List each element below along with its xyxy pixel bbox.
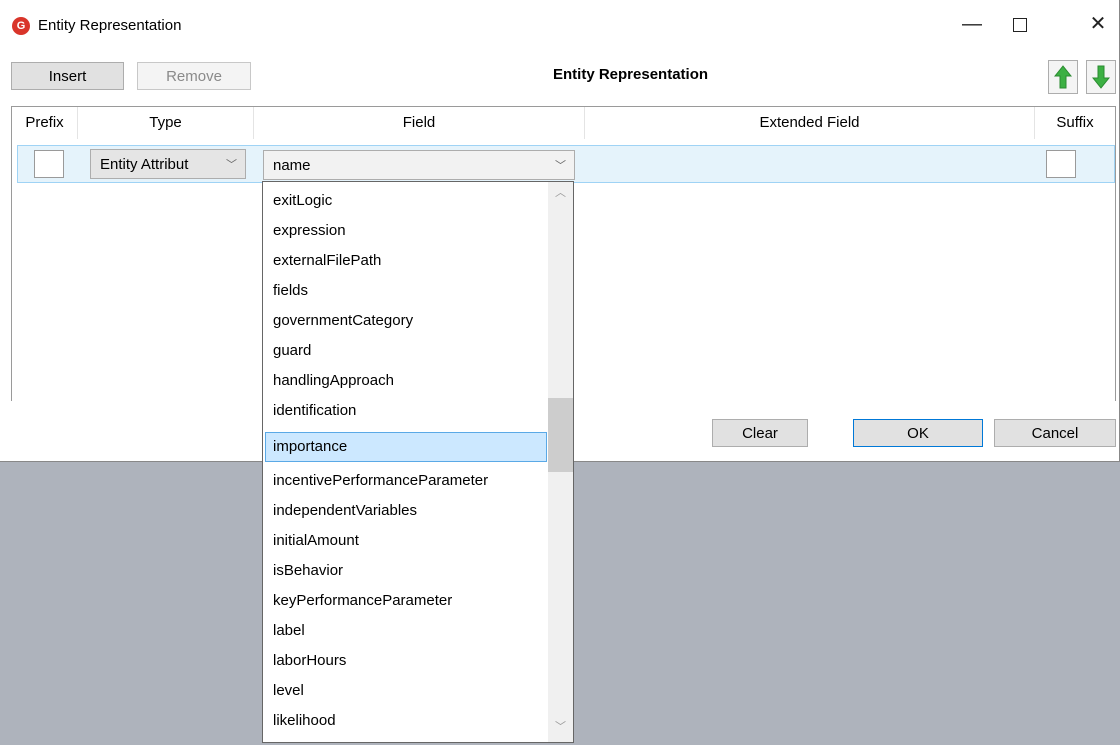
chevron-down-icon: ﹀ [555,160,566,172]
list-item[interactable]: fields [265,276,547,306]
move-up-icon [1054,65,1072,89]
type-combobox-value: Entity Attribut [100,155,189,173]
maximize-button[interactable] [1008,14,1032,36]
list-item[interactable]: initialAmount [265,526,547,556]
field-combobox[interactable]: name ﹀ [263,150,575,180]
list-item[interactable]: independentVariables [265,496,547,526]
type-combobox[interactable]: Entity Attribut ﹀ [90,149,246,179]
field-dropdown-list[interactable]: exitLogic expression externalFilePath fi… [262,181,574,743]
insert-button[interactable]: Insert [11,62,124,90]
move-down-button[interactable] [1086,60,1116,94]
minimize-button[interactable]: — [960,14,984,34]
table-row[interactable]: Entity Attribut ﹀ name ﹀ [17,145,1115,183]
scroll-down-icon[interactable]: ﹀ [548,718,573,738]
window-title: Entity Representation [38,17,182,34]
list-item[interactable]: exitLogic [265,186,547,216]
list-item[interactable]: expression [265,216,547,246]
column-header-extended-field[interactable]: Extended Field [585,107,1035,139]
list-item[interactable]: externalFilePath [265,246,547,276]
scroll-thumb[interactable] [548,398,573,472]
move-up-button[interactable] [1048,60,1078,94]
field-combobox-value: name [273,156,311,174]
remove-button[interactable]: Remove [137,62,251,90]
list-item[interactable]: label [265,616,547,646]
list-item[interactable]: level [265,676,547,706]
scroll-up-icon[interactable]: ︿ [548,184,573,204]
title-bar: G Entity Representation — ✕ [0,0,1120,56]
column-header-field[interactable]: Field [254,107,585,139]
app-logo-icon: G [12,17,30,35]
dialog-heading: Entity Representation [553,66,709,83]
column-header-type[interactable]: Type [78,107,254,139]
list-item[interactable]: keyPerformanceParameter [265,586,547,616]
column-header-suffix[interactable]: Suffix [1035,107,1115,139]
list-item[interactable]: incentivePerformanceParameter [265,466,547,496]
chevron-down-icon: ﹀ [226,159,237,171]
list-item[interactable]: likelihood [265,706,547,736]
list-item-selected[interactable]: importance [265,432,547,462]
dropdown-scrollbar[interactable]: ︿ ﹀ [548,182,573,742]
close-button[interactable]: ✕ [1086,14,1110,34]
list-item[interactable]: isBehavior [265,556,547,586]
clear-button[interactable]: Clear [712,419,808,447]
maximize-icon [1013,18,1027,32]
list-item[interactable]: handlingApproach [265,366,547,396]
ok-button[interactable]: OK [853,419,983,447]
move-down-icon [1092,65,1110,89]
list-item[interactable]: guard [265,336,547,366]
list-item[interactable]: laborHours [265,646,547,676]
list-item[interactable]: governmentCategory [265,306,547,336]
column-header-prefix[interactable]: Prefix [12,107,78,139]
list-item[interactable]: identification [265,396,547,426]
cancel-button[interactable]: Cancel [994,419,1116,447]
suffix-checkbox[interactable] [1046,150,1076,178]
prefix-checkbox[interactable] [34,150,64,178]
